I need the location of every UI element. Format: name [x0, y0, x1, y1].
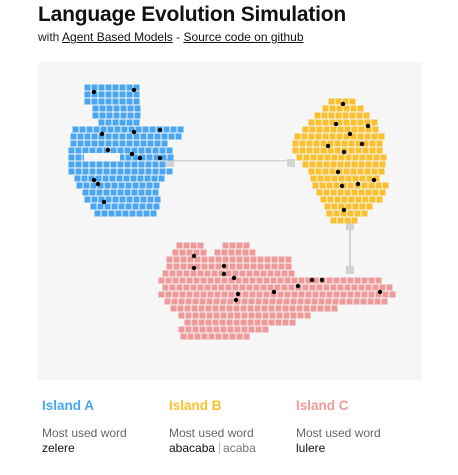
island-a-top-word: zelere — [42, 441, 75, 455]
agent-dot — [191, 253, 197, 259]
source-code-link[interactable]: Source code on github — [183, 30, 303, 44]
island-a-name: Island A — [42, 398, 95, 413]
agent-dot — [377, 289, 383, 295]
agent-dot — [137, 155, 143, 161]
island-a-word-label: Most used word — [42, 426, 127, 440]
island-c-name: Island C — [296, 398, 349, 413]
island-c-word-label: Most used word — [296, 426, 381, 440]
simulation-canvas — [38, 62, 422, 380]
subtitle-separator: - — [172, 30, 184, 44]
agent-dot — [101, 199, 107, 205]
agent-dot — [91, 89, 97, 95]
agent-dot — [231, 275, 237, 281]
agent-dot — [221, 271, 227, 277]
bridge-end — [287, 159, 295, 167]
page-title: Language Evolution Simulation — [38, 3, 347, 26]
agent-dot — [157, 127, 163, 133]
island-b-top-word: abacaba — [169, 441, 216, 455]
word-separator — [219, 442, 221, 454]
agent-dot — [341, 149, 347, 155]
island-c-top-word: lulere — [296, 441, 326, 455]
agent-based-models-link[interactable]: Agent Based Models — [62, 30, 173, 44]
island-b-legend: Island B Most used word abacaba acaba — [169, 398, 299, 455]
agent-dot — [221, 263, 227, 269]
agent-dot — [105, 147, 111, 153]
agent-dot — [340, 101, 346, 107]
agent-dot — [359, 141, 365, 147]
agent-dot — [339, 183, 345, 189]
agent-dot — [95, 181, 101, 187]
agent-dot — [347, 131, 353, 137]
agent-dot — [333, 121, 339, 127]
agent-dot — [157, 155, 163, 161]
island-c-legend: Island C Most used word lulere — [296, 398, 426, 455]
agent-dot — [271, 289, 277, 295]
agent-dot — [355, 181, 361, 187]
agent-dot — [235, 291, 241, 297]
island-b-alt-word: acaba — [223, 441, 256, 455]
agent-dot — [131, 129, 137, 135]
island-a-lagoon — [84, 153, 120, 161]
agent-dot — [129, 151, 135, 157]
agent-dot — [99, 131, 105, 137]
agent-dot — [233, 297, 239, 303]
agent-dot — [365, 123, 371, 129]
agent-dot — [319, 277, 325, 283]
island-a-shape — [68, 84, 184, 217]
page-subtitle: with Agent Based Models - Source code on… — [38, 30, 304, 44]
island-a-legend: Island A Most used word zelere — [42, 398, 172, 455]
agent-dot — [341, 207, 347, 213]
agent-dot — [371, 177, 377, 183]
bridge-end — [346, 266, 354, 274]
island-b-name: Island B — [169, 398, 222, 413]
simulation-map — [68, 84, 396, 340]
bridge-a-b — [170, 160, 294, 162]
island-a-word: zelere — [42, 441, 172, 455]
island-c-word: lulere — [296, 441, 426, 455]
agent-dot — [309, 277, 315, 283]
agent-dot — [325, 143, 331, 149]
island-b-word: abacaba acaba — [169, 441, 299, 455]
island-b-word-label: Most used word — [169, 426, 254, 440]
agent-dot — [335, 169, 341, 175]
agent-dot — [131, 87, 137, 93]
agent-dot — [295, 283, 301, 289]
subtitle-prefix: with — [38, 30, 63, 44]
island-b-shape — [292, 98, 389, 224]
agent-dot — [91, 177, 97, 183]
agent-dot — [191, 265, 197, 271]
